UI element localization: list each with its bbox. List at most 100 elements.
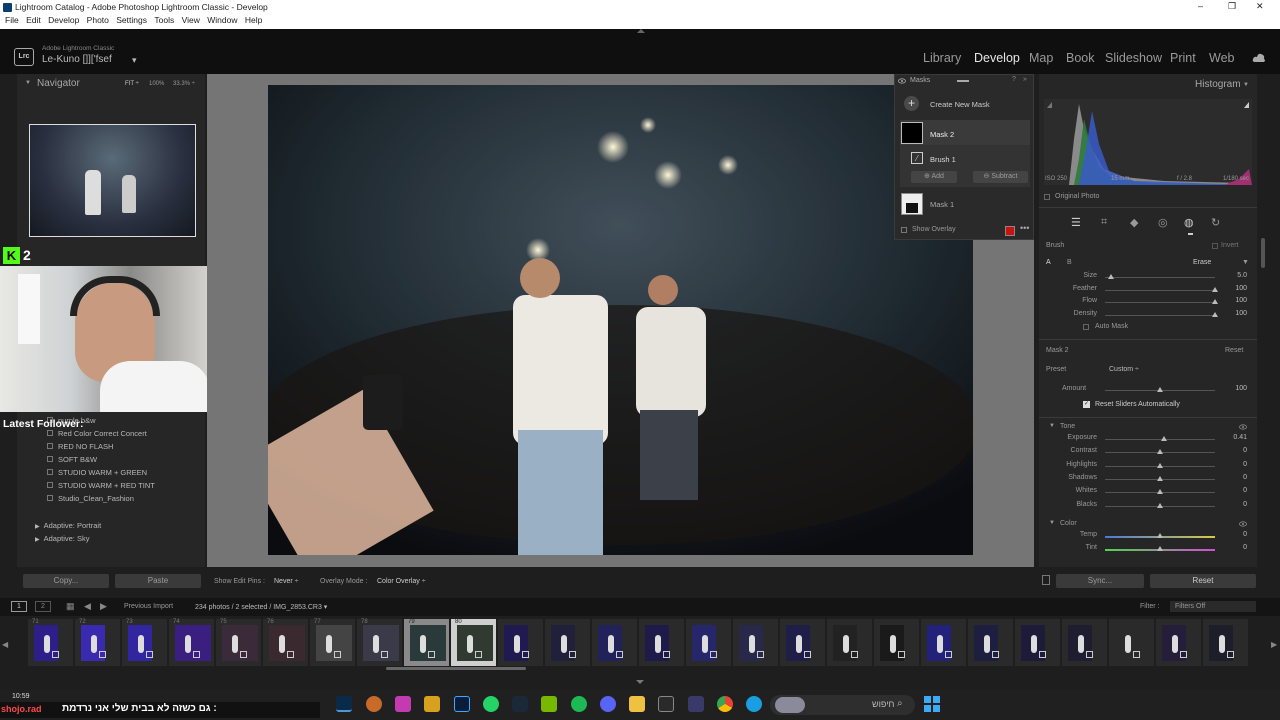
add-button[interactable]: ⊕ Add bbox=[911, 171, 957, 183]
brush-icon[interactable]: ⁄ bbox=[911, 152, 923, 164]
spotify-taskbar-icon[interactable] bbox=[571, 696, 587, 712]
create-new-mask[interactable]: Create New Mask bbox=[930, 100, 990, 109]
brush-slider-knob[interactable] bbox=[1212, 299, 1218, 304]
filter-dropdown[interactable]: Filters Off bbox=[1170, 601, 1256, 612]
windows-start-icon[interactable] bbox=[924, 696, 940, 712]
overlay-color-swatch[interactable] bbox=[1005, 226, 1015, 236]
menu-tools[interactable]: Tools bbox=[154, 15, 174, 25]
minimize-button[interactable]: – bbox=[1198, 1, 1203, 11]
tone-slider-track[interactable] bbox=[1105, 439, 1215, 440]
collapse-top-arrow[interactable] bbox=[637, 29, 645, 33]
invert-checkbox[interactable] bbox=[1212, 243, 1218, 249]
app-taskbar-icon[interactable] bbox=[366, 696, 382, 712]
brush-slider-track[interactable] bbox=[1105, 277, 1215, 278]
tone-collapse-icon[interactable]: ▼ bbox=[1049, 423, 1055, 429]
heal-tool-icon[interactable]: ◆ bbox=[1130, 216, 1138, 229]
preset-item[interactable]: SOFT B&W bbox=[47, 455, 97, 464]
subtract-button[interactable]: ⊖ Subtract bbox=[973, 171, 1028, 183]
preset-item[interactable]: STUDIO WARM + GREEN bbox=[47, 468, 147, 477]
drag-handle[interactable] bbox=[957, 80, 969, 82]
reset-tool-icon[interactable]: ↻ bbox=[1211, 216, 1220, 229]
preset-item[interactable]: STUDIO WARM + RED TINT bbox=[47, 481, 155, 490]
grid-view-icon[interactable]: ▦ bbox=[66, 601, 75, 612]
reset-button[interactable]: Reset bbox=[1150, 574, 1256, 588]
tone-slider-value[interactable]: 0 bbox=[1223, 501, 1247, 508]
masking-tool-icon[interactable]: ◍ bbox=[1184, 216, 1194, 229]
tone-slider-knob[interactable] bbox=[1157, 475, 1163, 481]
close-button[interactable]: ✕ bbox=[1256, 1, 1264, 12]
navigator-preview[interactable] bbox=[29, 124, 196, 237]
show-overlay-checkbox[interactable] bbox=[901, 227, 907, 233]
clock[interactable]: 10:59 bbox=[12, 693, 30, 700]
creative-cloud-icon[interactable] bbox=[1252, 51, 1266, 65]
module-print[interactable]: Print bbox=[1170, 51, 1196, 65]
menu-develop[interactable]: Develop bbox=[48, 15, 79, 25]
discord-taskbar-icon[interactable] bbox=[600, 696, 616, 712]
brush-slider-knob[interactable] bbox=[1107, 274, 1114, 279]
tone-visibility-eye-icon[interactable] bbox=[1239, 424, 1247, 430]
brush-erase-tab[interactable]: Erase bbox=[1193, 259, 1211, 266]
file-explorer-taskbar-icon[interactable] bbox=[629, 696, 645, 712]
module-slideshow[interactable]: Slideshow bbox=[1105, 51, 1162, 65]
brush-slider-track[interactable] bbox=[1105, 302, 1215, 303]
menu-window[interactable]: Window bbox=[207, 15, 237, 25]
tone-slider-value[interactable]: 0 bbox=[1223, 461, 1247, 468]
app-taskbar-icon[interactable] bbox=[424, 696, 440, 712]
forward-arrow-icon[interactable]: ▶ bbox=[100, 601, 107, 612]
brush-slider-track[interactable] bbox=[1105, 314, 1215, 316]
copy-button[interactable]: Copy... bbox=[23, 574, 109, 588]
color-slider-value[interactable]: 0 bbox=[1223, 531, 1247, 538]
brush-dropdown-icon[interactable]: ▼ bbox=[1242, 259, 1249, 266]
maximize-button[interactable]: ❐ bbox=[1228, 1, 1236, 12]
color-slider-knob[interactable] bbox=[1157, 546, 1163, 552]
nvidia-taskbar-icon[interactable] bbox=[541, 696, 557, 712]
tone-slider-value[interactable]: 0 bbox=[1223, 447, 1247, 454]
preset-item[interactable]: Red Color Correct Concert bbox=[47, 429, 147, 438]
module-web[interactable]: Web bbox=[1209, 51, 1234, 65]
module-map[interactable]: Map bbox=[1029, 51, 1053, 65]
mask2-reset-button[interactable]: Reset bbox=[1225, 347, 1243, 354]
filmstrip-left-arrow[interactable]: ◀ bbox=[2, 640, 8, 649]
module-library[interactable]: Library bbox=[923, 51, 961, 65]
eye-icon[interactable] bbox=[898, 78, 906, 84]
sync-button[interactable]: Sync... bbox=[1056, 574, 1144, 588]
chrome-taskbar-icon[interactable] bbox=[717, 696, 733, 712]
lightroom-taskbar-icon[interactable] bbox=[336, 696, 352, 712]
redeye-tool-icon[interactable]: ◎ bbox=[1158, 216, 1168, 229]
collapse-icon[interactable]: » bbox=[1023, 76, 1027, 83]
tone-slider-knob[interactable] bbox=[1157, 502, 1163, 508]
screen1-button[interactable]: 1 bbox=[11, 601, 27, 612]
whatsapp-taskbar-icon[interactable] bbox=[483, 696, 499, 712]
tone-slider-value[interactable]: 0 bbox=[1223, 487, 1247, 494]
color-visibility-eye-icon[interactable] bbox=[1239, 521, 1247, 527]
paste-button[interactable]: Paste bbox=[115, 574, 201, 588]
tone-slider-knob[interactable] bbox=[1157, 449, 1163, 455]
mask2-thumbnail[interactable] bbox=[901, 122, 923, 144]
mask1-label[interactable]: Mask 1 bbox=[930, 200, 954, 209]
filmstrip-scrollbar[interactable] bbox=[386, 667, 526, 670]
amount-value[interactable]: 100 bbox=[1223, 385, 1247, 392]
brush-slider-knob[interactable] bbox=[1212, 311, 1218, 317]
preset-item[interactable]: Studio_Clean_Fashion bbox=[47, 494, 134, 503]
collapse-bottom-arrow[interactable] bbox=[636, 680, 644, 684]
brush-slider-value[interactable]: 100 bbox=[1223, 285, 1247, 292]
brush-slider-value[interactable]: 100 bbox=[1223, 297, 1247, 304]
brush-slider-value[interactable]: 5.0 bbox=[1223, 272, 1247, 279]
zoom-100[interactable]: 100% bbox=[149, 81, 164, 87]
menu-file[interactable]: File bbox=[5, 15, 19, 25]
navigator-collapse-icon[interactable]: ▼ bbox=[25, 80, 31, 86]
brush-slider-knob[interactable] bbox=[1212, 286, 1218, 292]
menu-help[interactable]: Help bbox=[245, 15, 262, 25]
module-book[interactable]: Book bbox=[1066, 51, 1095, 65]
color-slider-value[interactable]: 0 bbox=[1223, 544, 1247, 551]
brush-slider-track[interactable] bbox=[1105, 289, 1215, 291]
edge-taskbar-icon[interactable] bbox=[746, 696, 762, 712]
app-taskbar-icon[interactable] bbox=[395, 696, 411, 712]
brush1-label[interactable]: Brush 1 bbox=[930, 155, 956, 164]
original-photo-checkbox[interactable] bbox=[1044, 194, 1050, 200]
tone-slider-knob[interactable] bbox=[1157, 489, 1163, 495]
menu-view[interactable]: View bbox=[182, 15, 200, 25]
zoom-33[interactable]: 33.3% ÷ bbox=[173, 81, 195, 87]
sync-toggle-icon[interactable] bbox=[1042, 575, 1050, 585]
preset-group[interactable]: ▶ Adaptive: Portrait bbox=[35, 521, 101, 530]
